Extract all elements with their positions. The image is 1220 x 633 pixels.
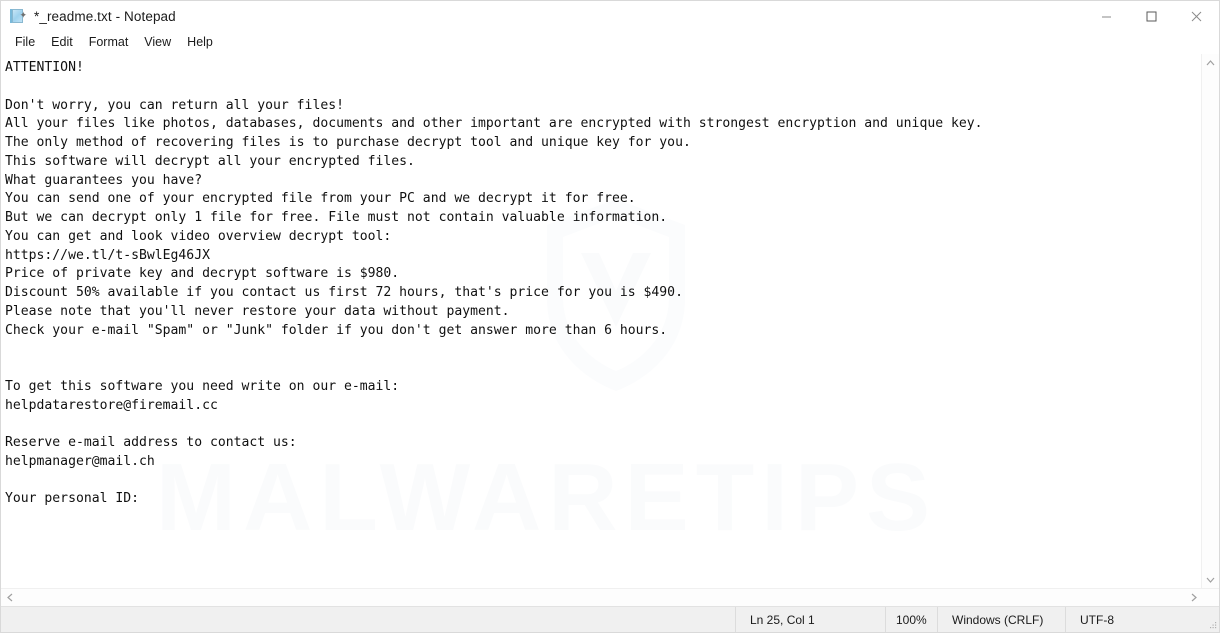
- minimize-icon: [1102, 16, 1111, 18]
- close-icon: [1191, 11, 1202, 22]
- status-bar-spacer: [1, 607, 735, 632]
- scroll-down-button[interactable]: [1202, 571, 1219, 588]
- status-zoom-level[interactable]: 100%: [885, 607, 937, 632]
- chevron-down-icon: [1206, 577, 1215, 583]
- vertical-scrollbar[interactable]: [1201, 54, 1219, 588]
- status-cursor-position: Ln 25, Col 1: [735, 607, 885, 632]
- chevron-right-icon: [1191, 593, 1197, 602]
- resize-grip-icon: [1210, 622, 1217, 629]
- menu-item-help[interactable]: Help: [179, 33, 221, 53]
- title-bar[interactable]: ✦ *_readme.txt - Notepad: [1, 1, 1219, 32]
- notepad-window: ✦ *_readme.txt - Notepad File Edit Forma…: [0, 0, 1220, 633]
- maximize-icon: [1146, 11, 1157, 22]
- menu-item-edit[interactable]: Edit: [43, 33, 81, 53]
- scroll-left-button[interactable]: [1, 589, 18, 606]
- chevron-left-icon: [6, 593, 12, 602]
- status-encoding: UTF-8: [1065, 607, 1202, 632]
- scroll-up-button[interactable]: [1202, 54, 1219, 71]
- menu-item-file[interactable]: File: [7, 33, 43, 53]
- horizontal-scrollbar-row: [1, 588, 1219, 606]
- ransom-note-text[interactable]: ATTENTION! Don't worry, you can return a…: [1, 55, 1201, 509]
- close-button[interactable]: [1174, 1, 1219, 32]
- horizontal-scrollbar[interactable]: [1, 589, 1202, 606]
- client-area: MALWARETIPS ATTENTION! Don't worry, you …: [1, 54, 1219, 588]
- status-line-ending: Windows (CRLF): [937, 607, 1065, 632]
- resize-grip[interactable]: [1202, 607, 1219, 632]
- status-bar: Ln 25, Col 1 100% Windows (CRLF) UTF-8: [1, 606, 1219, 632]
- menu-item-format[interactable]: Format: [81, 33, 137, 53]
- window-title: *_readme.txt - Notepad: [34, 9, 176, 24]
- menu-item-view[interactable]: View: [136, 33, 179, 53]
- text-editor[interactable]: MALWARETIPS ATTENTION! Don't worry, you …: [1, 54, 1201, 588]
- window-controls: [1084, 1, 1219, 32]
- minimize-button[interactable]: [1084, 1, 1129, 32]
- chevron-up-icon: [1206, 59, 1215, 65]
- maximize-button[interactable]: [1129, 1, 1174, 32]
- notepad-icon: ✦: [9, 8, 27, 25]
- menu-bar: File Edit Format View Help: [1, 32, 1219, 54]
- scroll-right-button[interactable]: [1185, 589, 1202, 606]
- scrollbar-corner: [1202, 589, 1219, 606]
